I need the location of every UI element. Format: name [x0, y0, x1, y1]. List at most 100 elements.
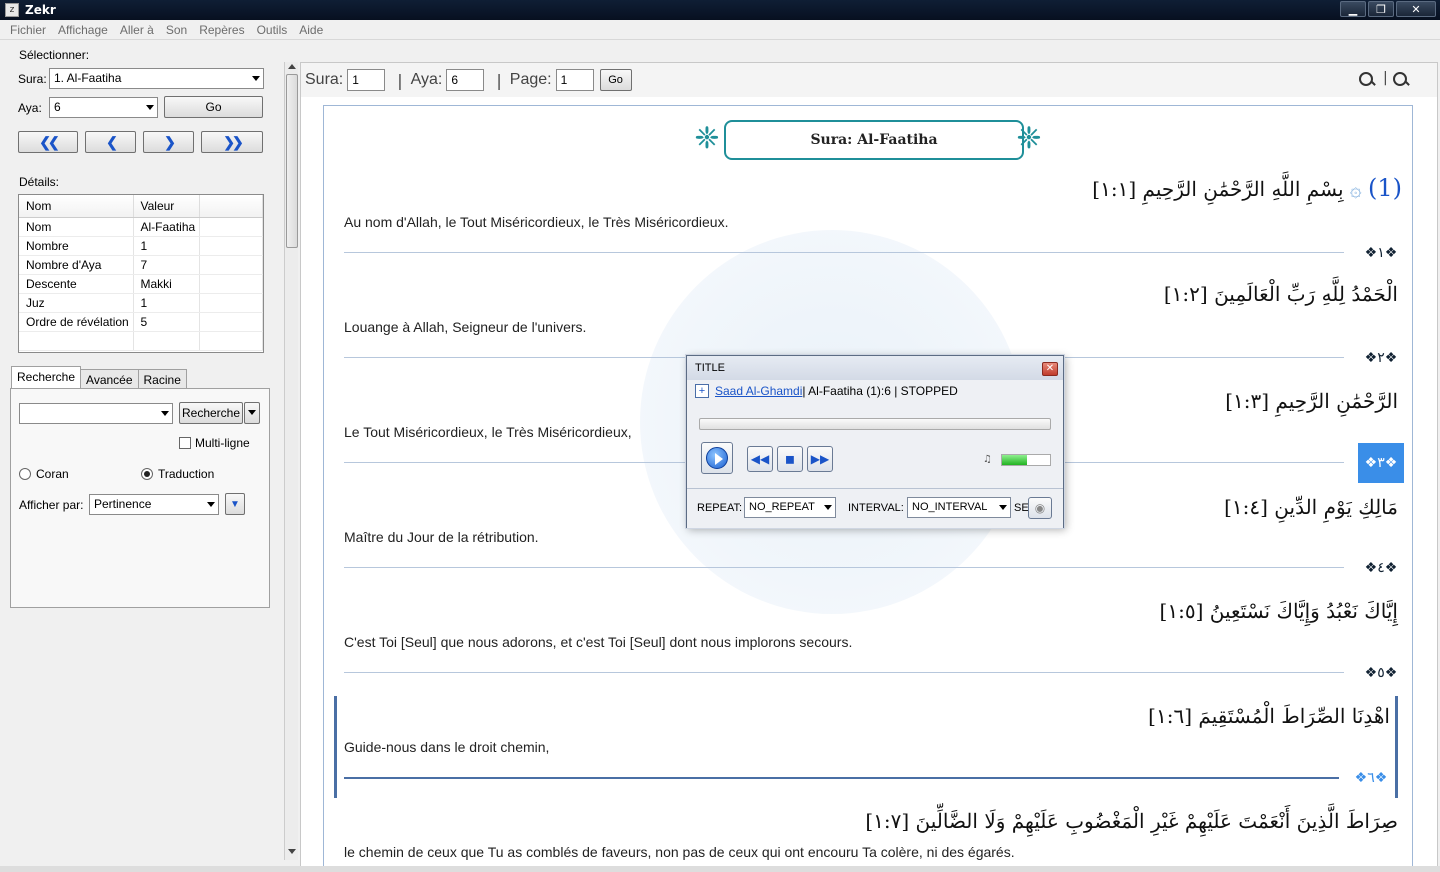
col-valeur[interactable]: Valeur — [133, 195, 200, 218]
aya-translation[interactable]: Au nom d'Allah, le Tout Miséricordieux, … — [344, 214, 728, 230]
search-options-button[interactable] — [244, 402, 260, 424]
aya-arabic[interactable]: إِيَّاكَ نَعْبُدُ وَإِيَّاكَ نَسْتَعِينُ… — [1160, 599, 1398, 623]
multiline-checkbox[interactable] — [179, 437, 191, 449]
aya-marker-selected[interactable]: ❖٣❖ — [1358, 443, 1404, 483]
menu-affichage[interactable]: Affichage — [52, 23, 114, 37]
zoom-in-icon[interactable] — [1393, 72, 1409, 88]
aya-marker[interactable]: ❖٦❖ — [1348, 767, 1394, 789]
volume-slider[interactable] — [1001, 454, 1051, 466]
minimize-button[interactable]: ▁ — [1340, 1, 1366, 17]
aya-marker[interactable]: ❖٢❖ — [1358, 347, 1404, 369]
rewind-icon: ◀◀ — [750, 452, 770, 466]
table-row[interactable]: Descente Makki — [19, 274, 263, 294]
scroll-down-icon[interactable] — [288, 849, 296, 854]
aya-marker[interactable]: ❖٥❖ — [1358, 662, 1404, 684]
stop-button[interactable]: ◼ — [777, 446, 803, 472]
left-scrollbar[interactable] — [284, 62, 298, 860]
aya-translation[interactable]: Le Tout Miséricordieux, le Très Misérico… — [344, 424, 632, 440]
aya-marker[interactable]: ❖٤❖ — [1358, 557, 1404, 579]
go-button[interactable]: Go — [164, 96, 263, 118]
aya-translation[interactable]: Maître du Jour de la rétribution. — [344, 529, 539, 545]
row-key: Juz — [19, 293, 134, 313]
aya-translation[interactable]: C'est Toi [Seul] que nous adorons, et c'… — [344, 634, 852, 650]
ornament-right-icon: ❈ — [1016, 121, 1042, 156]
chevron-down-icon — [999, 505, 1007, 510]
aya-arabic[interactable]: الرَّحْمَٰنِ الرَّحِيمِ [١:٣] — [1225, 389, 1398, 413]
menu-son[interactable]: Son — [160, 23, 193, 37]
play-button[interactable] — [701, 442, 733, 474]
aya-translation[interactable]: Louange à Allah, Seigneur de l'univers. — [344, 319, 586, 335]
row-key: Nombre d'Aya — [19, 255, 134, 275]
aya-arabic[interactable]: (1) ۞ بِسْمِ اللَّهِ الرَّحْمَٰنِ الرَّح… — [1092, 174, 1402, 202]
interval-combo[interactable]: NO_INTERVAL — [907, 497, 1011, 518]
playback-progress[interactable] — [699, 418, 1051, 430]
sort-combo[interactable]: Pertinence — [89, 494, 219, 515]
aya-translation[interactable]: le chemin de ceux que Tu as comblés de f… — [344, 844, 1015, 860]
se-label: SE — [1014, 502, 1029, 514]
table-row[interactable]: Juz 1 — [19, 293, 263, 313]
aya-combo[interactable]: 6 — [49, 97, 158, 118]
next-aya-button[interactable]: ❯ — [143, 131, 194, 153]
zoom-out-icon[interactable] — [1359, 72, 1375, 88]
row-value: Makki — [133, 274, 200, 294]
sort-label: Afficher par: — [19, 498, 84, 512]
status-strip — [0, 866, 1440, 872]
menu-outils[interactable]: Outils — [251, 23, 294, 37]
search-button[interactable]: Recherche — [179, 402, 243, 424]
prev-aya-button[interactable]: ❮ — [85, 131, 136, 153]
chevron-down-icon — [161, 411, 169, 416]
aya-divider — [344, 252, 1344, 253]
repeat-combo[interactable]: NO_REPEAT — [744, 497, 836, 518]
scroll-up-icon[interactable] — [288, 64, 296, 69]
menu-aide[interactable]: Aide — [293, 23, 329, 37]
aya-text: بِسْمِ اللَّهِ الرَّحْمَٰنِ الرَّحِيمِ [… — [1092, 177, 1344, 201]
previous-button[interactable]: ◀◀ — [747, 446, 773, 472]
menu-reperes[interactable]: Repères — [193, 23, 250, 37]
separator: | — [397, 70, 403, 90]
select-heading: Sélectionner: — [19, 48, 90, 62]
window-title: Zekr — [25, 3, 56, 17]
settings-button[interactable]: ◉ — [1028, 497, 1052, 519]
toolbar-sura-input[interactable]: 1 — [347, 69, 386, 91]
volume-level — [1002, 455, 1027, 465]
table-row[interactable]: Nombre 1 — [19, 236, 263, 256]
radio-coran-label: Coran — [36, 467, 69, 481]
toolbar-go-button[interactable]: Go — [599, 69, 632, 91]
search-input[interactable] — [19, 403, 173, 424]
expand-icon[interactable]: + — [695, 384, 709, 398]
menu-fichier[interactable]: Fichier — [4, 23, 52, 37]
toolbar-page-input[interactable]: 1 — [555, 69, 594, 91]
aya-arabic[interactable]: صِرَاطَ الَّذِينَ أَنْعَمْتَ عَلَيْهِمْ … — [865, 809, 1398, 833]
stop-icon: ◼ — [785, 452, 795, 466]
table-row[interactable]: Nombre d'Aya 7 — [19, 255, 263, 275]
aya-arabic[interactable]: الْحَمْدُ لِلَّهِ رَبِّ الْعَالَمِينَ [١… — [1164, 282, 1398, 306]
play-icon — [706, 447, 728, 469]
reciter-link[interactable]: Saad Al-Ghamdi — [715, 384, 802, 398]
table-row[interactable]: Nom Al-Faatiha — [19, 217, 263, 237]
toolbar-aya-input[interactable]: 6 — [446, 69, 485, 91]
radio-traduction[interactable] — [141, 468, 153, 480]
aya-translation[interactable]: Guide-nous dans le droit chemin, — [344, 739, 549, 755]
row-key: Ordre de révélation — [19, 312, 134, 332]
close-button[interactable]: ✕ — [1396, 1, 1436, 17]
radio-coran[interactable] — [19, 468, 31, 480]
col-nom[interactable]: Nom — [19, 195, 134, 218]
menu-aller-a[interactable]: Aller à — [114, 23, 160, 37]
first-aya-button[interactable]: ❮❮ — [18, 131, 78, 153]
table-row[interactable]: Ordre de révélation 5 — [19, 312, 263, 332]
aya-arabic[interactable]: اهْدِنَا الصِّرَاطَ الْمُسْتَقِيمَ [١:٦] — [1148, 704, 1390, 728]
next-button[interactable]: ▶▶ — [807, 446, 833, 472]
aya-marker[interactable]: ❖١❖ — [1358, 242, 1404, 264]
sort-down-icon: ▼ — [230, 498, 240, 510]
details-table: Nom Valeur Nom Al-Faatiha Nombre 1 Nombre … — [18, 194, 264, 353]
sort-value: Pertinence — [94, 497, 152, 511]
sort-order-button[interactable]: ▼ — [225, 493, 245, 515]
maximize-button[interactable]: ❐ — [1368, 1, 1394, 17]
scrollbar-thumb[interactable] — [286, 74, 298, 248]
last-aya-button[interactable]: ❯❯ — [201, 131, 263, 153]
sura-combo[interactable]: 1. Al-Faatiha — [49, 68, 264, 89]
player-close-button[interactable]: ✕ — [1042, 362, 1058, 376]
chevron-down-icon — [207, 502, 215, 507]
aya-arabic[interactable]: مَالِكِ يَوْمِ الدِّينِ [١:٤] — [1224, 495, 1398, 519]
chevron-down-icon — [824, 505, 832, 510]
